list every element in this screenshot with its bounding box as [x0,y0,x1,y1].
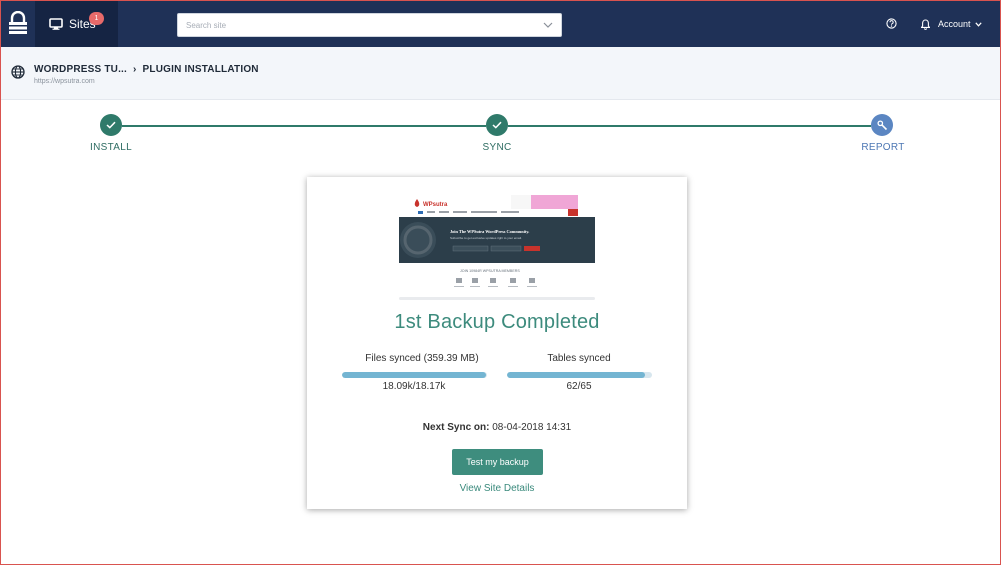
sites-tab[interactable]: Sites 1 [35,1,118,47]
backup-summary-card: WPsutra Join The WPSutra WordPress Commu… [307,177,687,509]
bell-icon[interactable] [921,18,930,30]
globe-icon [11,65,25,79]
tables-progress-fill [507,372,646,378]
breadcrumb-site[interactable]: WORDPRESS TU... [34,64,127,75]
breadcrumb: WORDPRESS TU... › PLUGIN INSTALLATION [34,64,259,75]
search-input[interactable] [186,20,516,30]
monitor-icon [49,18,63,30]
step-sync-label: SYNC [482,142,512,153]
step-install-circle [100,114,122,136]
sites-count-badge: 1 [89,12,104,25]
chevron-down-icon[interactable] [543,22,553,28]
preview-logo-text: WPsutra [423,202,448,208]
next-sync-value: 08-04-2018 14:31 [492,422,572,433]
step-report-circle [871,114,893,136]
wrench-icon [876,119,887,130]
check-icon [492,121,502,129]
app-logo-icon[interactable] [1,1,35,47]
help-icon[interactable] [886,18,897,29]
site-preview-thumbnail: WPsutra Join The WPSutra WordPress Commu… [398,191,596,301]
account-label: Account [938,19,971,29]
files-progress-fill [342,372,487,378]
preview-scroll-track [399,297,595,300]
preview-banner-subtitle: Subscribe to get exclusive updates right… [450,236,522,240]
chevron-down-icon [974,21,982,27]
test-backup-button[interactable]: Test my backup [452,449,543,475]
tables-synced-value: 62/65 [566,381,592,392]
step-connector [508,125,871,127]
preview-banner-title: Join The WPSutra WordPress Community. [450,229,529,234]
files-synced-value: 18.09k/18.17k [382,381,446,392]
progress-stepper: INSTALL SYNC REPORT [1,100,1000,170]
step-report-label: REPORT [861,142,905,153]
top-navbar: Sites 1 Account [1,1,1000,47]
files-progress-bar [342,372,487,378]
view-site-details-link[interactable]: View Site Details [307,483,687,494]
check-icon [106,121,116,129]
site-search-select[interactable] [177,13,562,37]
account-menu[interactable]: Account [921,17,982,31]
tables-synced-label: Tables synced [547,353,611,364]
step-install-label: INSTALL [90,142,132,153]
breadcrumb-bar: WORDPRESS TU... › PLUGIN INSTALLATION ht… [1,47,1000,100]
backup-headline: 1st Backup Completed [394,311,600,333]
step-connector [122,125,486,127]
files-synced-label: Files synced (359.39 MB) [365,353,479,364]
breadcrumb-page: PLUGIN INSTALLATION [142,64,259,75]
breadcrumb-separator: › [133,64,137,75]
tables-progress-bar [507,372,652,378]
next-sync-label: Next Sync on: [422,422,490,433]
next-sync-info: Next Sync on: 08-04-2018 14:31 [307,422,687,433]
site-url: https://wpsutra.com [34,78,95,85]
step-sync-circle [486,114,508,136]
preview-join-text: JOIN 10984R WPSUTRA MEMBERS [460,269,520,273]
